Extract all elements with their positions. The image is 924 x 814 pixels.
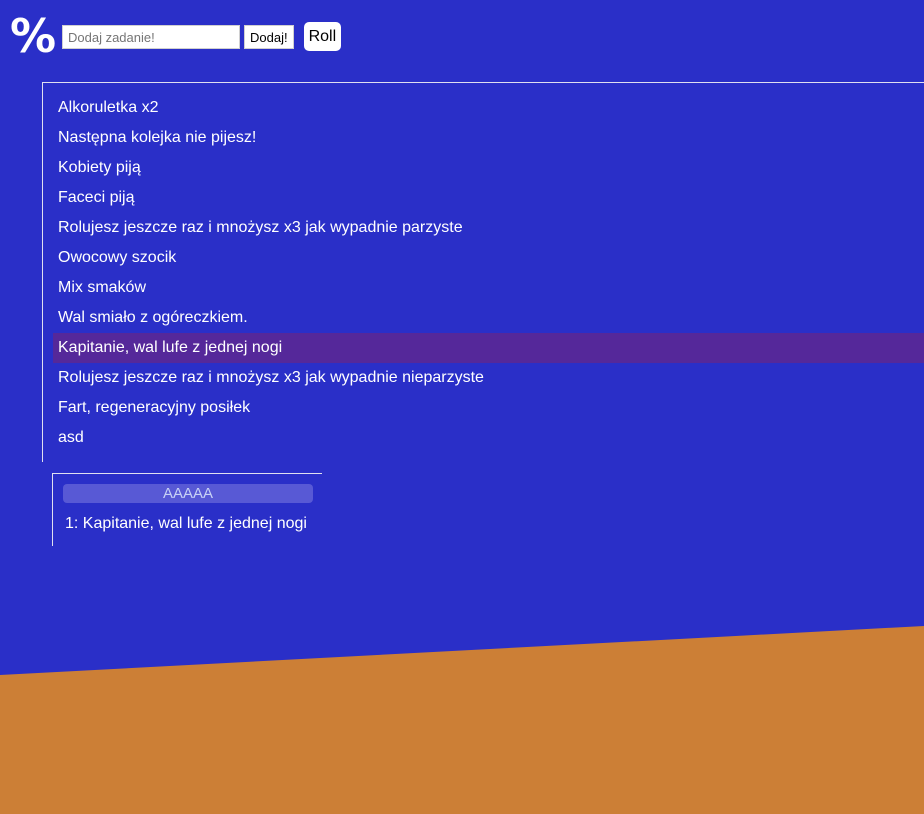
percent-logo: %	[10, 9, 57, 63]
add-task-button[interactable]: Dodaj!	[244, 25, 294, 49]
task-item[interactable]: Faceci piją	[53, 183, 924, 213]
task-item[interactable]: Wal smiało z ogóreczkiem.	[53, 303, 924, 333]
task-item[interactable]: Kobiety piją	[53, 153, 924, 183]
task-item[interactable]: Fart, regeneracyjny posiłek	[53, 393, 924, 423]
task-input[interactable]	[62, 25, 240, 49]
roll-button[interactable]: Roll	[303, 22, 342, 51]
results-header: AAAAA	[63, 484, 313, 503]
task-item[interactable]: Następna kolejka nie pijesz!	[53, 123, 924, 153]
task-item[interactable]: Rolujesz jeszcze raz i mnożysz x3 jak wy…	[53, 213, 924, 243]
task-item[interactable]: Rolujesz jeszcze raz i mnożysz x3 jak wy…	[53, 363, 924, 393]
task-item[interactable]: asd	[53, 423, 924, 453]
result-line: 1: Kapitanie, wal lufe z jednej nogi	[65, 515, 307, 532]
task-item[interactable]: Alkoruletka x2	[53, 93, 924, 123]
task-item[interactable]: Kapitanie, wal lufe z jednej nogi	[53, 333, 924, 363]
orange-shape	[0, 626, 924, 814]
toolbar: % Dodaj! Roll	[10, 9, 342, 64]
results-panel: AAAAA 1: Kapitanie, wal lufe z jednej no…	[52, 473, 322, 546]
task-item[interactable]: Mix smaków	[53, 273, 924, 303]
task-item[interactable]: Owocowy szocik	[53, 243, 924, 273]
task-list: Alkoruletka x2 Następna kolejka nie pije…	[42, 82, 924, 462]
